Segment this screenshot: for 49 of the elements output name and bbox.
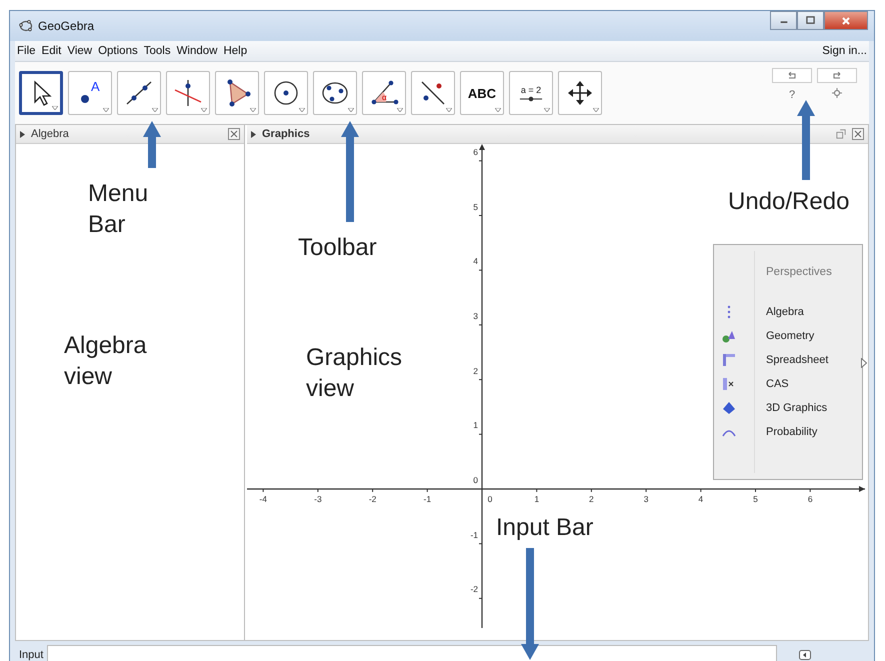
perspective-item[interactable]: Algebra [766,306,804,318]
perspectives-title: Perspectives [766,266,833,278]
callout-label: Graphics view [306,343,404,404]
axis-label: 1 [472,420,478,430]
callout-label: Input Bar [496,513,594,543]
axis-label: 4 [472,256,478,266]
menu-item[interactable]: View [67,45,92,57]
axis-label: -3 [314,494,322,504]
tool-button[interactable]: a = 2 [509,71,553,115]
menu-item[interactable]: Help [223,45,248,57]
axis-label: 3 [644,494,648,504]
axis-label: 3 [472,310,478,321]
input-label: Input [19,649,44,661]
axis-label: 1 [534,494,540,504]
callout-label: Menu Bar [88,179,150,240]
menu-item[interactable]: File [17,45,36,57]
axis-label: 2 [589,494,594,504]
sign-in-link[interactable]: Sign in... [822,45,867,57]
callout-label: Toolbar [298,233,378,263]
menu-item[interactable]: Edit [42,45,62,57]
axis-label: -4 [259,494,267,504]
axis-label: 6 [808,494,813,504]
menu-item[interactable]: Window [176,45,218,57]
tool-button[interactable]: A [68,71,112,115]
menu-item[interactable]: Options [98,45,138,57]
help-button[interactable]: ? [788,88,796,101]
axis-label: 0 [472,475,478,485]
axis-label: 0 [488,494,492,504]
axis-label: -1 [424,494,432,504]
perspective-item[interactable]: 3D Graphics [766,402,828,414]
axis-label: 6 [472,146,478,157]
callout-label: Undo/Redo [728,187,850,217]
panel-title: Graphics [262,128,310,140]
window-title: GeoGebra [38,19,94,33]
axis-label: -2 [469,584,478,594]
perspective-item[interactable]: Probability [766,426,818,438]
axis-label: 4 [698,494,704,504]
panel-title: Algebra [31,128,69,140]
axis-label: 5 [472,202,478,212]
axis-label: -2 [368,494,376,504]
perspective-item[interactable]: CAS [766,378,789,390]
callout-label: Algebra view [64,331,148,392]
axis-label: 2 [472,366,478,376]
axis-label: -1 [469,530,478,540]
perspective-item[interactable]: Spreadsheet [766,354,828,366]
axis-label: 5 [753,494,758,504]
perspective-item[interactable]: Geometry [766,330,814,342]
menu-item[interactable]: Tools [144,45,171,57]
tool-button[interactable]: ABC [460,71,504,115]
